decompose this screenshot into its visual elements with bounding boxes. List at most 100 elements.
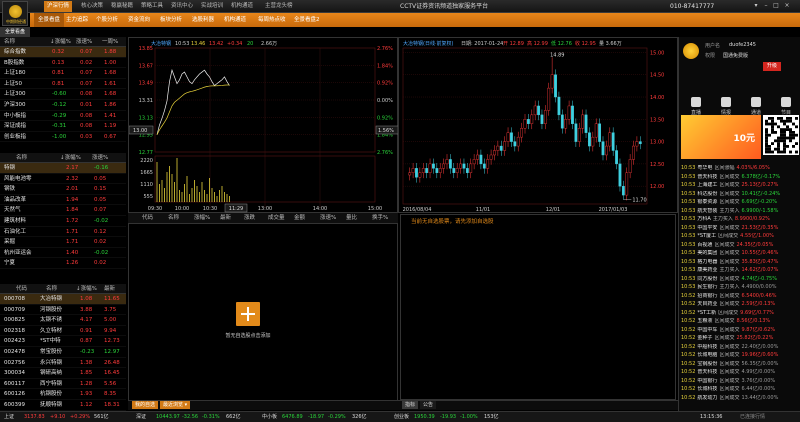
table-row[interactable]: 上证50 0.81 0.07 1.61 xyxy=(0,79,126,90)
news-item[interactable]: 10:53 航天智装 主力买入 6.9900/-1.58% xyxy=(681,208,799,215)
table-row[interactable]: 特钢 2.17 -0.16 xyxy=(0,163,126,174)
table-row[interactable]: 油品改革 1.94 0.05 xyxy=(0,195,126,206)
column-header[interactable]: 涨速% xyxy=(92,153,108,163)
table-row[interactable]: 创业板指 -1.00 0.03 0.67 xyxy=(0,132,126,143)
news-item[interactable]: 10:53 上海建工 区间成交 25.13亿/0.27% xyxy=(681,182,799,189)
column-header[interactable]: 最新 xyxy=(220,213,231,224)
column-header[interactable]: 涨速% xyxy=(76,37,92,47)
toolbar-item-8[interactable]: 全景看盘2 xyxy=(290,13,324,27)
close-icon[interactable]: × xyxy=(783,2,791,10)
top-tab-4[interactable]: 资讯中心 xyxy=(168,1,196,12)
toolbar-item-1[interactable]: 主力追踪 xyxy=(62,13,92,27)
news-item[interactable]: 10:52 普天科技 区间成交 4.99亿/0.00% xyxy=(681,369,799,376)
table-row[interactable]: 中小板指 -0.29 0.08 1.41 xyxy=(0,111,126,122)
news-item[interactable]: 10:52 中国银行 区间成交 3.76亿/0.00% xyxy=(681,378,799,385)
news-item[interactable]: 10:53 科达股份 区间成交 10.41亿/-0.24% xyxy=(681,191,799,198)
toolbar-item-6[interactable]: 机构通道 xyxy=(220,13,250,27)
table-row[interactable]: 000709 河钢股份 3.88 3.75 xyxy=(0,305,126,316)
table-row[interactable]: 上证300 -0.60 0.08 1.68 xyxy=(0,89,126,100)
quick-action-2[interactable]: 通道 xyxy=(743,97,769,116)
news-item[interactable]: 10:53 百视通 区间成交 24.35亿/0.05% xyxy=(681,242,799,249)
column-header[interactable]: 名称 xyxy=(4,37,15,47)
toolbar-item-0[interactable]: 全景看盘 xyxy=(34,13,65,27)
menu-icon[interactable]: ▾ xyxy=(752,2,760,10)
table-row[interactable]: 000825 太钢不锈 4.17 5.00 xyxy=(0,315,126,326)
table-row[interactable]: 上证180 0.81 0.07 1.68 xyxy=(0,68,126,79)
kline-tab-0[interactable]: 指标 xyxy=(402,401,419,409)
maximize-icon[interactable]: □ xyxy=(772,2,780,10)
column-header[interactable]: 最新 xyxy=(104,284,115,294)
table-row[interactable]: 600399 抚顺特钢 1.12 18.31 xyxy=(0,400,126,411)
table-row[interactable]: 600126 杭钢股份 1.93 8.35 xyxy=(0,389,126,400)
table-row[interactable]: 沪深300 -0.12 0.01 1.86 xyxy=(0,100,126,111)
toolbar-item-3[interactable]: 资金流向 xyxy=(124,13,154,27)
news-item[interactable]: 10:52 中船科技 区间成交 22.40亿/0.00% xyxy=(681,344,799,351)
top-tab-7[interactable]: 主营龙头榜 xyxy=(262,1,296,12)
table-row[interactable]: 石油化工 1.71 0.12 xyxy=(0,227,126,238)
table-row[interactable]: B股指数 0.13 0.02 1.00 xyxy=(0,58,126,69)
news-item[interactable]: 10:52 招商银行 区间成交 6.5400/0.46% xyxy=(681,293,799,300)
news-item[interactable]: 10:53 *ST厦工 区间成交 4.55亿/1.00% xyxy=(681,233,799,240)
column-header[interactable]: 涨速% xyxy=(320,213,336,224)
add-watchlist-button[interactable] xyxy=(236,302,260,326)
status-index-name[interactable]: 创业板 xyxy=(394,412,409,422)
column-header[interactable]: ↓涨幅% xyxy=(60,153,81,163)
avatar[interactable] xyxy=(683,43,699,59)
intraday-chart-panel[interactable]: 大冶特钢 10:53 13.46 13.42 +0.34 20 2.66万 13.85 2.76… xyxy=(128,37,399,214)
column-header[interactable]: ↓涨幅% xyxy=(50,37,71,47)
top-tab-0[interactable]: 沪深行情 xyxy=(44,1,73,12)
news-item[interactable]: 10:52 宝钢股份 区间成交 56.35亿/0.00% xyxy=(681,361,799,368)
news-item[interactable]: 10:53 普天科技 区间成交 6.378亿/-0.17% xyxy=(681,174,799,181)
top-tab-2[interactable]: 稳赢秘籍 xyxy=(108,1,136,12)
table-row[interactable]: 002478 常宝股份 -0.23 12.97 xyxy=(0,347,126,358)
toolbar-item-5[interactable]: 选股利器 xyxy=(188,13,218,27)
toolbar-item-7[interactable]: 每周热点收 xyxy=(254,13,290,27)
table-row[interactable]: 002756 永兴特钢 1.38 26.48 xyxy=(0,358,126,369)
news-item[interactable]: 10:53 格力电器 区间成交 35.83亿/0.47% xyxy=(681,259,799,266)
news-item[interactable]: 10:53 粤华电 区间涨幅 4.03%/6.05% xyxy=(681,165,799,172)
column-header[interactable]: 名称 xyxy=(16,153,27,163)
news-item[interactable]: 10:52 中国中车 区间成交 9.87亿/0.62% xyxy=(681,327,799,334)
column-header[interactable]: 换手% xyxy=(372,213,388,224)
table-row[interactable]: 002423 *ST中特 0.87 12.73 xyxy=(0,336,126,347)
table-row[interactable]: 深证成指 -0.31 0.08 1.19 xyxy=(0,121,126,132)
status-index-name[interactable]: 上证 xyxy=(4,412,14,422)
column-header[interactable]: 成交量 xyxy=(268,213,285,224)
upgrade-button[interactable]: 升级 xyxy=(763,62,781,71)
column-header[interactable]: 一周% xyxy=(102,37,118,47)
news-item[interactable]: 10:52 长城科技 区间成交 6.44亿/0.00% xyxy=(681,386,799,393)
table-row[interactable]: 600117 西宁特钢 1.28 5.56 xyxy=(0,379,126,390)
column-header[interactable]: 名称 xyxy=(46,284,57,294)
news-item[interactable]: 10:53 中国平安 区间成交 21.53亿/0.35% xyxy=(681,225,799,232)
table-row[interactable]: 宁夏 1.26 0.02 xyxy=(0,258,126,269)
table-row[interactable]: 综合指数 0.32 0.07 1.88 xyxy=(0,47,126,58)
column-header[interactable]: 涨幅% xyxy=(194,213,210,224)
table-row[interactable]: 钢铁 2.01 0.15 xyxy=(0,184,126,195)
quick-action-3[interactable]: 节目 xyxy=(773,97,799,116)
column-header[interactable]: 名称 xyxy=(168,213,179,224)
news-item[interactable]: 10:53 万科A 主力买入 8.9900/0.92% xyxy=(681,216,799,223)
table-row[interactable]: 建筑材料 1.72 -0.02 xyxy=(0,216,126,227)
table-row[interactable]: 002318 久立特材 0.91 9.94 xyxy=(0,326,126,337)
news-item[interactable]: 10:52 天目药业 区间成交 2.59亿/0.13% xyxy=(681,301,799,308)
table-row[interactable]: 风能电池零 2.32 0.05 xyxy=(0,174,126,185)
intraday-chart[interactable]: 大冶特钢 10:53 13.46 13.42 +0.34 20 2.66万 13.85 2.76… xyxy=(129,38,399,214)
news-item[interactable]: 10:52 五粮液 区间成交 8.56亿/0.13% xyxy=(681,318,799,325)
news-item[interactable]: 10:53 民生银行 主力买入 4.4900/0.00% xyxy=(681,284,799,291)
top-tab-1[interactable]: 核心决策 xyxy=(78,1,106,12)
kline-chart-panel[interactable]: 大冶特钢(日线·前复权) 日期: 2017-01-24 开 12.89 高 12.99… xyxy=(398,37,678,213)
top-tab-6[interactable]: 机构通道 xyxy=(228,1,256,12)
table-row[interactable]: 000708 大冶特钢 1.08 11.65 xyxy=(0,294,126,305)
quick-action-1[interactable]: 情报 xyxy=(713,97,739,116)
news-item[interactable]: 10:53 美的集团 区间成交 10.55亿/0.46% xyxy=(681,250,799,257)
top-tab-5[interactable]: 实战培训 xyxy=(198,1,226,12)
top-tab-3[interactable]: 策略工具 xyxy=(138,1,166,12)
column-header[interactable]: 代码 xyxy=(142,213,153,224)
news-item[interactable]: 10:52 金种子 区间成交 25.82亿/0.22% xyxy=(681,335,799,342)
news-item[interactable]: 10:52 长城电脑 区间成交 19.96亿/0.60% xyxy=(681,352,799,359)
news-item[interactable]: 10:52 航发动力 区间成交 13.44亿/0.00% xyxy=(681,395,799,402)
news-item[interactable]: 10:53 同方股份 区间成交 4.74亿/-0.75% xyxy=(681,276,799,283)
kline-tab-1[interactable]: 公告 xyxy=(420,401,437,409)
column-header[interactable]: 金额 xyxy=(294,213,305,224)
promo-banner[interactable]: 10元 xyxy=(681,115,761,159)
